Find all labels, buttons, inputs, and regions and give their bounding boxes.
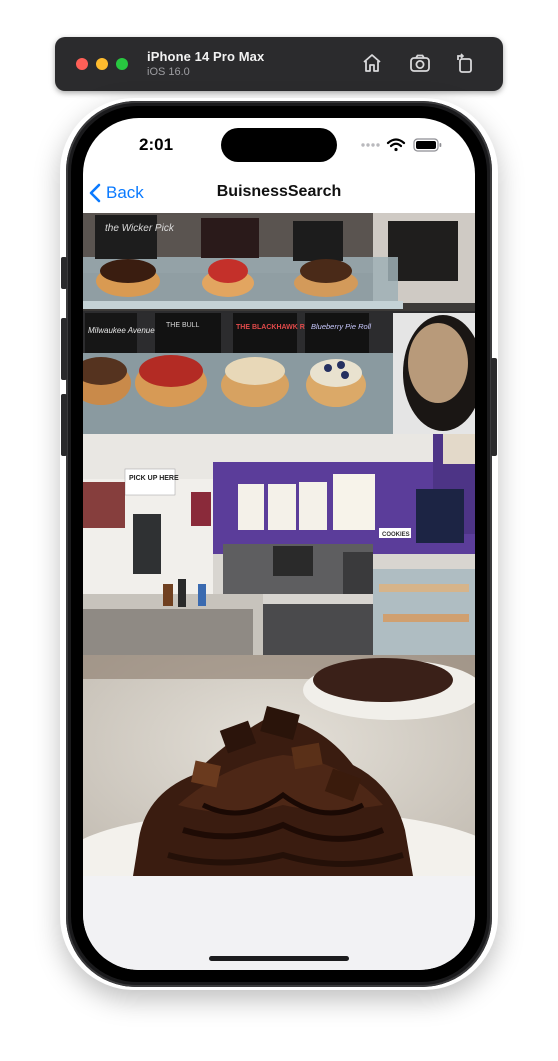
business-photo-3[interactable] bbox=[83, 655, 475, 876]
chalkboard-sign-5: Blueberry Pie Roll bbox=[305, 313, 371, 359]
svg-text:THE BULL: THE BULL bbox=[166, 322, 200, 329]
business-photo-1[interactable]: the Wicker Pick Milwaukee Avenue THE BUL… bbox=[83, 213, 475, 434]
battery-icon bbox=[413, 138, 442, 152]
svg-text:PICK UP HERE: PICK UP HERE bbox=[129, 475, 179, 482]
action-button bbox=[61, 257, 67, 289]
business-photo-2[interactable]: PICK UP HERE COOKIES bbox=[83, 434, 475, 655]
dynamic-island bbox=[221, 128, 337, 162]
chalkboard-sign-3: THE BULL bbox=[155, 313, 221, 357]
volume-down-button bbox=[61, 394, 67, 456]
rotate-icon[interactable] bbox=[453, 51, 477, 75]
pickup-sign: PICK UP HERE bbox=[124, 468, 179, 496]
navigation-bar: Back BuisnessSearch bbox=[83, 173, 475, 213]
home-icon[interactable] bbox=[360, 51, 384, 75]
svg-text:Milwaukee Avenue: Milwaukee Avenue bbox=[88, 326, 155, 335]
svg-text:the Wicker Pick: the Wicker Pick bbox=[105, 223, 175, 234]
zoom-window-button[interactable] bbox=[116, 58, 128, 70]
simulator-toolbar: iPhone 14 Pro Max iOS 16.0 bbox=[55, 37, 503, 91]
minimize-window-button[interactable] bbox=[96, 58, 108, 70]
svg-text:Blueberry Pie Roll: Blueberry Pie Roll bbox=[311, 322, 371, 331]
cookies-sign: COOKIES bbox=[379, 528, 411, 538]
cellular-signal-icon bbox=[361, 143, 380, 147]
phone-screen: 2:01 Back BuisnessSearch the Wicker Pick… bbox=[83, 118, 475, 970]
power-button bbox=[491, 358, 497, 456]
close-window-button[interactable] bbox=[76, 58, 88, 70]
status-indicators bbox=[361, 138, 442, 152]
wifi-icon bbox=[386, 138, 406, 152]
simulator-os-version: iOS 16.0 bbox=[147, 66, 190, 78]
page-title: BuisnessSearch bbox=[216, 183, 342, 200]
volume-up-button bbox=[61, 318, 67, 380]
screenshot-icon[interactable] bbox=[408, 51, 432, 75]
svg-text:COOKIES: COOKIES bbox=[382, 532, 410, 538]
simulator-device-name: iPhone 14 Pro Max bbox=[147, 49, 265, 64]
home-indicator[interactable] bbox=[209, 956, 349, 961]
status-time: 2:01 bbox=[139, 135, 174, 154]
